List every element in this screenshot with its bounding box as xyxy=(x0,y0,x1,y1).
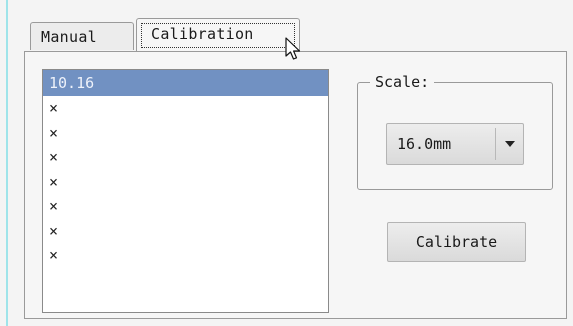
list-item[interactable]: × xyxy=(43,194,328,219)
tab-calibration[interactable]: Calibration xyxy=(136,18,300,51)
scale-group-label: Scale: xyxy=(370,72,435,92)
tab-manual[interactable]: Manual xyxy=(30,22,134,50)
triangle-down-icon[interactable] xyxy=(499,124,521,164)
list-item[interactable]: × xyxy=(43,243,328,268)
left-edge-accent xyxy=(6,0,8,326)
list-item[interactable]: × xyxy=(43,219,328,244)
list-item[interactable]: × xyxy=(43,121,328,146)
calibrate-button[interactable]: Calibrate xyxy=(387,222,526,262)
scale-dropdown-value: 16.0mm xyxy=(397,135,452,153)
list-item[interactable]: × xyxy=(43,170,328,195)
mouse-pointer-icon xyxy=(285,37,301,60)
tab-manual-label: Manual xyxy=(41,28,97,46)
scale-group: Scale: 16.0mm xyxy=(357,72,553,190)
tab-calibration-label: Calibration xyxy=(151,25,254,43)
list-item-selected[interactable]: 10.16 xyxy=(43,70,328,96)
calibration-values-list[interactable]: 10.16 × × × × × × × xyxy=(42,69,329,313)
list-item[interactable]: × xyxy=(43,145,328,170)
list-item[interactable]: × xyxy=(43,96,328,121)
dropdown-separator xyxy=(495,128,496,160)
scale-dropdown[interactable]: 16.0mm xyxy=(386,123,524,165)
calibration-tab-panel: 10.16 × × × × × × × Scale: 16.0mm Calibr… xyxy=(24,51,567,319)
